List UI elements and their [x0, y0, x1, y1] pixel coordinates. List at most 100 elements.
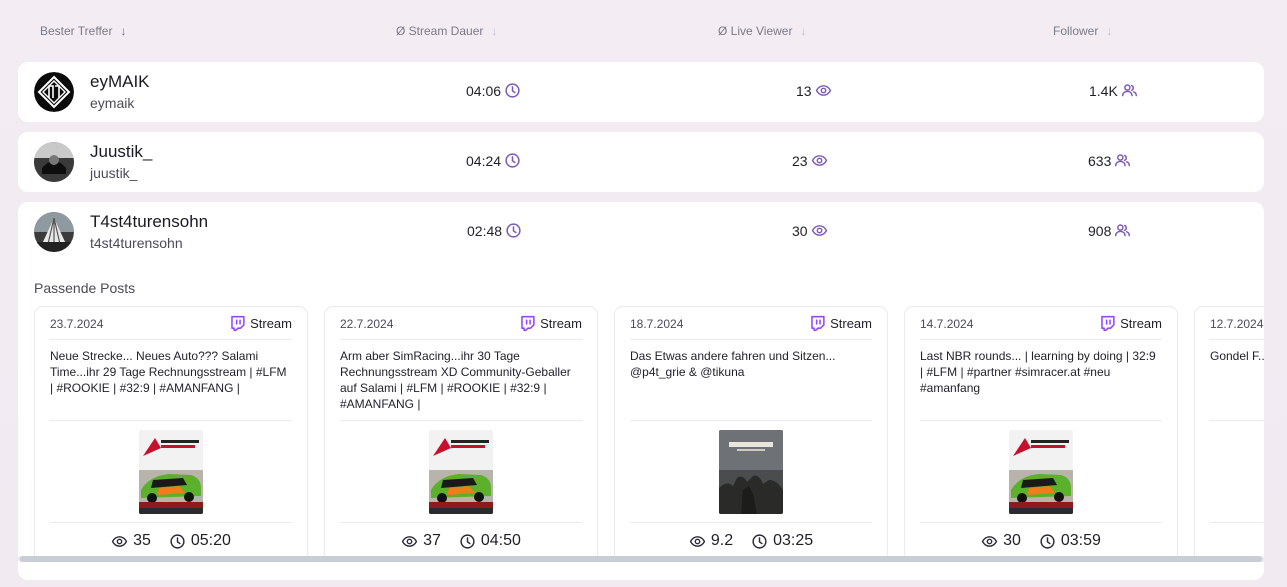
clock-icon	[504, 152, 521, 169]
post-viewers: 35	[111, 532, 151, 550]
post-description: Das Etwas andere fahren und Sitzen... @p…	[630, 349, 836, 379]
users-icon	[1114, 222, 1131, 239]
post-duration: 03:59	[1039, 532, 1101, 550]
post-stats: 37 04:50	[325, 532, 597, 550]
streamer-row[interactable]: Juustik_ juustik_ 04:24 23 633	[18, 132, 1264, 192]
posts-carousel[interactable]: 23.7.2024 Stream Neue Strecke... Neues A…	[18, 306, 1264, 564]
divider	[340, 339, 582, 340]
divider	[1210, 339, 1264, 340]
post-type-label: Stream	[250, 316, 292, 331]
streamer-row-content: T4st4turensohn t4st4turensohn 02:48 30 9…	[18, 202, 1264, 262]
post-type: Stream	[519, 315, 582, 332]
avatar	[34, 142, 74, 182]
eye-icon	[811, 152, 828, 169]
post-type-label: Stream	[1120, 316, 1162, 331]
post-duration-value: 04:50	[480, 532, 521, 549]
game-thumbnail	[719, 430, 783, 514]
streamer-name[interactable]: T4st4turensohn	[90, 212, 208, 232]
table-header: Bester Treffer ↓ Ø Stream Dauer ↓ Ø Live…	[0, 24, 1287, 42]
post-card[interactable]: 22.7.2024 Stream Arm aber SimRacing...ih…	[324, 306, 598, 562]
divider	[50, 522, 292, 523]
users-icon	[1114, 152, 1131, 169]
post-stats	[1195, 532, 1264, 549]
sort-arrow-down-icon[interactable]: ↓	[491, 24, 497, 38]
post-viewers-value: 37	[423, 532, 441, 549]
viewers-value: 30	[792, 222, 808, 239]
post-viewers: 30	[981, 532, 1021, 550]
post-card[interactable]: 12.7.2024 Stream Gondel F... 32:9 | #LF.…	[1194, 306, 1264, 562]
eye-icon	[401, 533, 418, 550]
streamer-name[interactable]: Juustik_	[90, 142, 152, 162]
duration-value: 04:24	[466, 152, 502, 169]
duration-value: 02:48	[467, 222, 503, 239]
stream-duration: 02:48	[467, 222, 522, 239]
col-best-match[interactable]: Bester Treffer ↓	[40, 24, 126, 38]
divider	[630, 339, 872, 340]
live-viewers: 13	[796, 82, 832, 99]
twitch-icon	[229, 315, 246, 332]
avatar	[34, 72, 74, 112]
post-duration: 05:20	[169, 532, 231, 550]
post-card[interactable]: 23.7.2024 Stream Neue Strecke... Neues A…	[34, 306, 308, 562]
post-type-label: Stream	[540, 316, 582, 331]
post-duration-value: 05:20	[190, 532, 231, 549]
divider	[920, 420, 1162, 421]
col-live-viewer[interactable]: Ø Live Viewer ↓	[718, 24, 806, 38]
viewers-value: 23	[792, 152, 808, 169]
streamer-handle: juustik_	[90, 165, 138, 181]
streamer-row[interactable]: eyMAIK eymaik 04:06 13 1.4K	[18, 62, 1264, 122]
divider	[630, 420, 872, 421]
post-viewers-value: 35	[133, 532, 151, 549]
col-stream-duration-label: Ø Stream Dauer	[396, 24, 484, 38]
clock-icon	[504, 82, 521, 99]
post-stats: 30 03:59	[905, 532, 1177, 550]
sort-arrow-down-icon[interactable]: ↓	[800, 24, 806, 38]
avatar	[34, 212, 74, 252]
col-stream-duration[interactable]: Ø Stream Dauer ↓	[396, 24, 497, 38]
twitch-icon	[519, 315, 536, 332]
stream-duration: 04:06	[466, 82, 521, 99]
streamer-row-expanded[interactable]: T4st4turensohn t4st4turensohn 02:48 30 9…	[18, 202, 1264, 580]
post-card[interactable]: 14.7.2024 Stream Last NBR rounds... | le…	[904, 306, 1178, 562]
post-stats: 35 05:20	[35, 532, 307, 550]
clock-icon	[505, 222, 522, 239]
sort-arrow-down-icon[interactable]: ↓	[120, 24, 126, 38]
game-thumbnail	[139, 430, 203, 514]
divider	[1210, 420, 1264, 421]
divider	[340, 420, 582, 421]
clock-icon	[1039, 533, 1056, 550]
followers-value: 908	[1088, 222, 1112, 239]
post-date: 22.7.2024	[340, 317, 394, 331]
post-description: Arm aber SimRacing...ihr 30 Tage Rechnun…	[340, 349, 571, 411]
post-description: Gondel F... 32:9 | #LF... #neu #a...	[1210, 349, 1264, 363]
eye-icon	[111, 533, 128, 550]
sort-arrow-down-icon[interactable]: ↓	[1106, 24, 1112, 38]
post-date: 14.7.2024	[920, 317, 974, 331]
post-viewers-value: 9.2	[710, 532, 734, 549]
streamer-row-content: eyMAIK eymaik 04:06 13 1.4K	[18, 62, 1264, 122]
clock-icon	[459, 533, 476, 550]
post-card[interactable]: 18.7.2024 Stream Das Etwas andere fahren…	[614, 306, 888, 562]
post-duration-value: 03:59	[1060, 532, 1101, 549]
col-follower-label: Follower	[1053, 24, 1099, 38]
scrollbar-thumb[interactable]	[20, 556, 1262, 562]
post-duration: 03:25	[751, 532, 813, 550]
streamer-name[interactable]: eyMAIK	[90, 72, 150, 92]
viewers-value: 13	[796, 82, 812, 99]
horizontal-scrollbar[interactable]	[18, 556, 1264, 562]
followers: 908	[1088, 222, 1131, 239]
post-date: 23.7.2024	[50, 317, 104, 331]
eye-icon	[981, 533, 998, 550]
divider	[1210, 522, 1264, 523]
post-viewers: 37	[401, 532, 441, 550]
post-duration-value: 03:25	[773, 532, 814, 549]
eye-icon	[689, 533, 706, 550]
post-date: 18.7.2024	[630, 317, 684, 331]
col-follower[interactable]: Follower ↓	[1053, 24, 1112, 38]
divider	[630, 522, 872, 523]
users-icon	[1121, 82, 1138, 99]
post-description: Last NBR rounds... | learning by doing |…	[920, 349, 1156, 395]
eye-icon	[815, 82, 832, 99]
post-type: Stream	[1099, 315, 1162, 332]
game-thumbnail	[1009, 430, 1073, 514]
